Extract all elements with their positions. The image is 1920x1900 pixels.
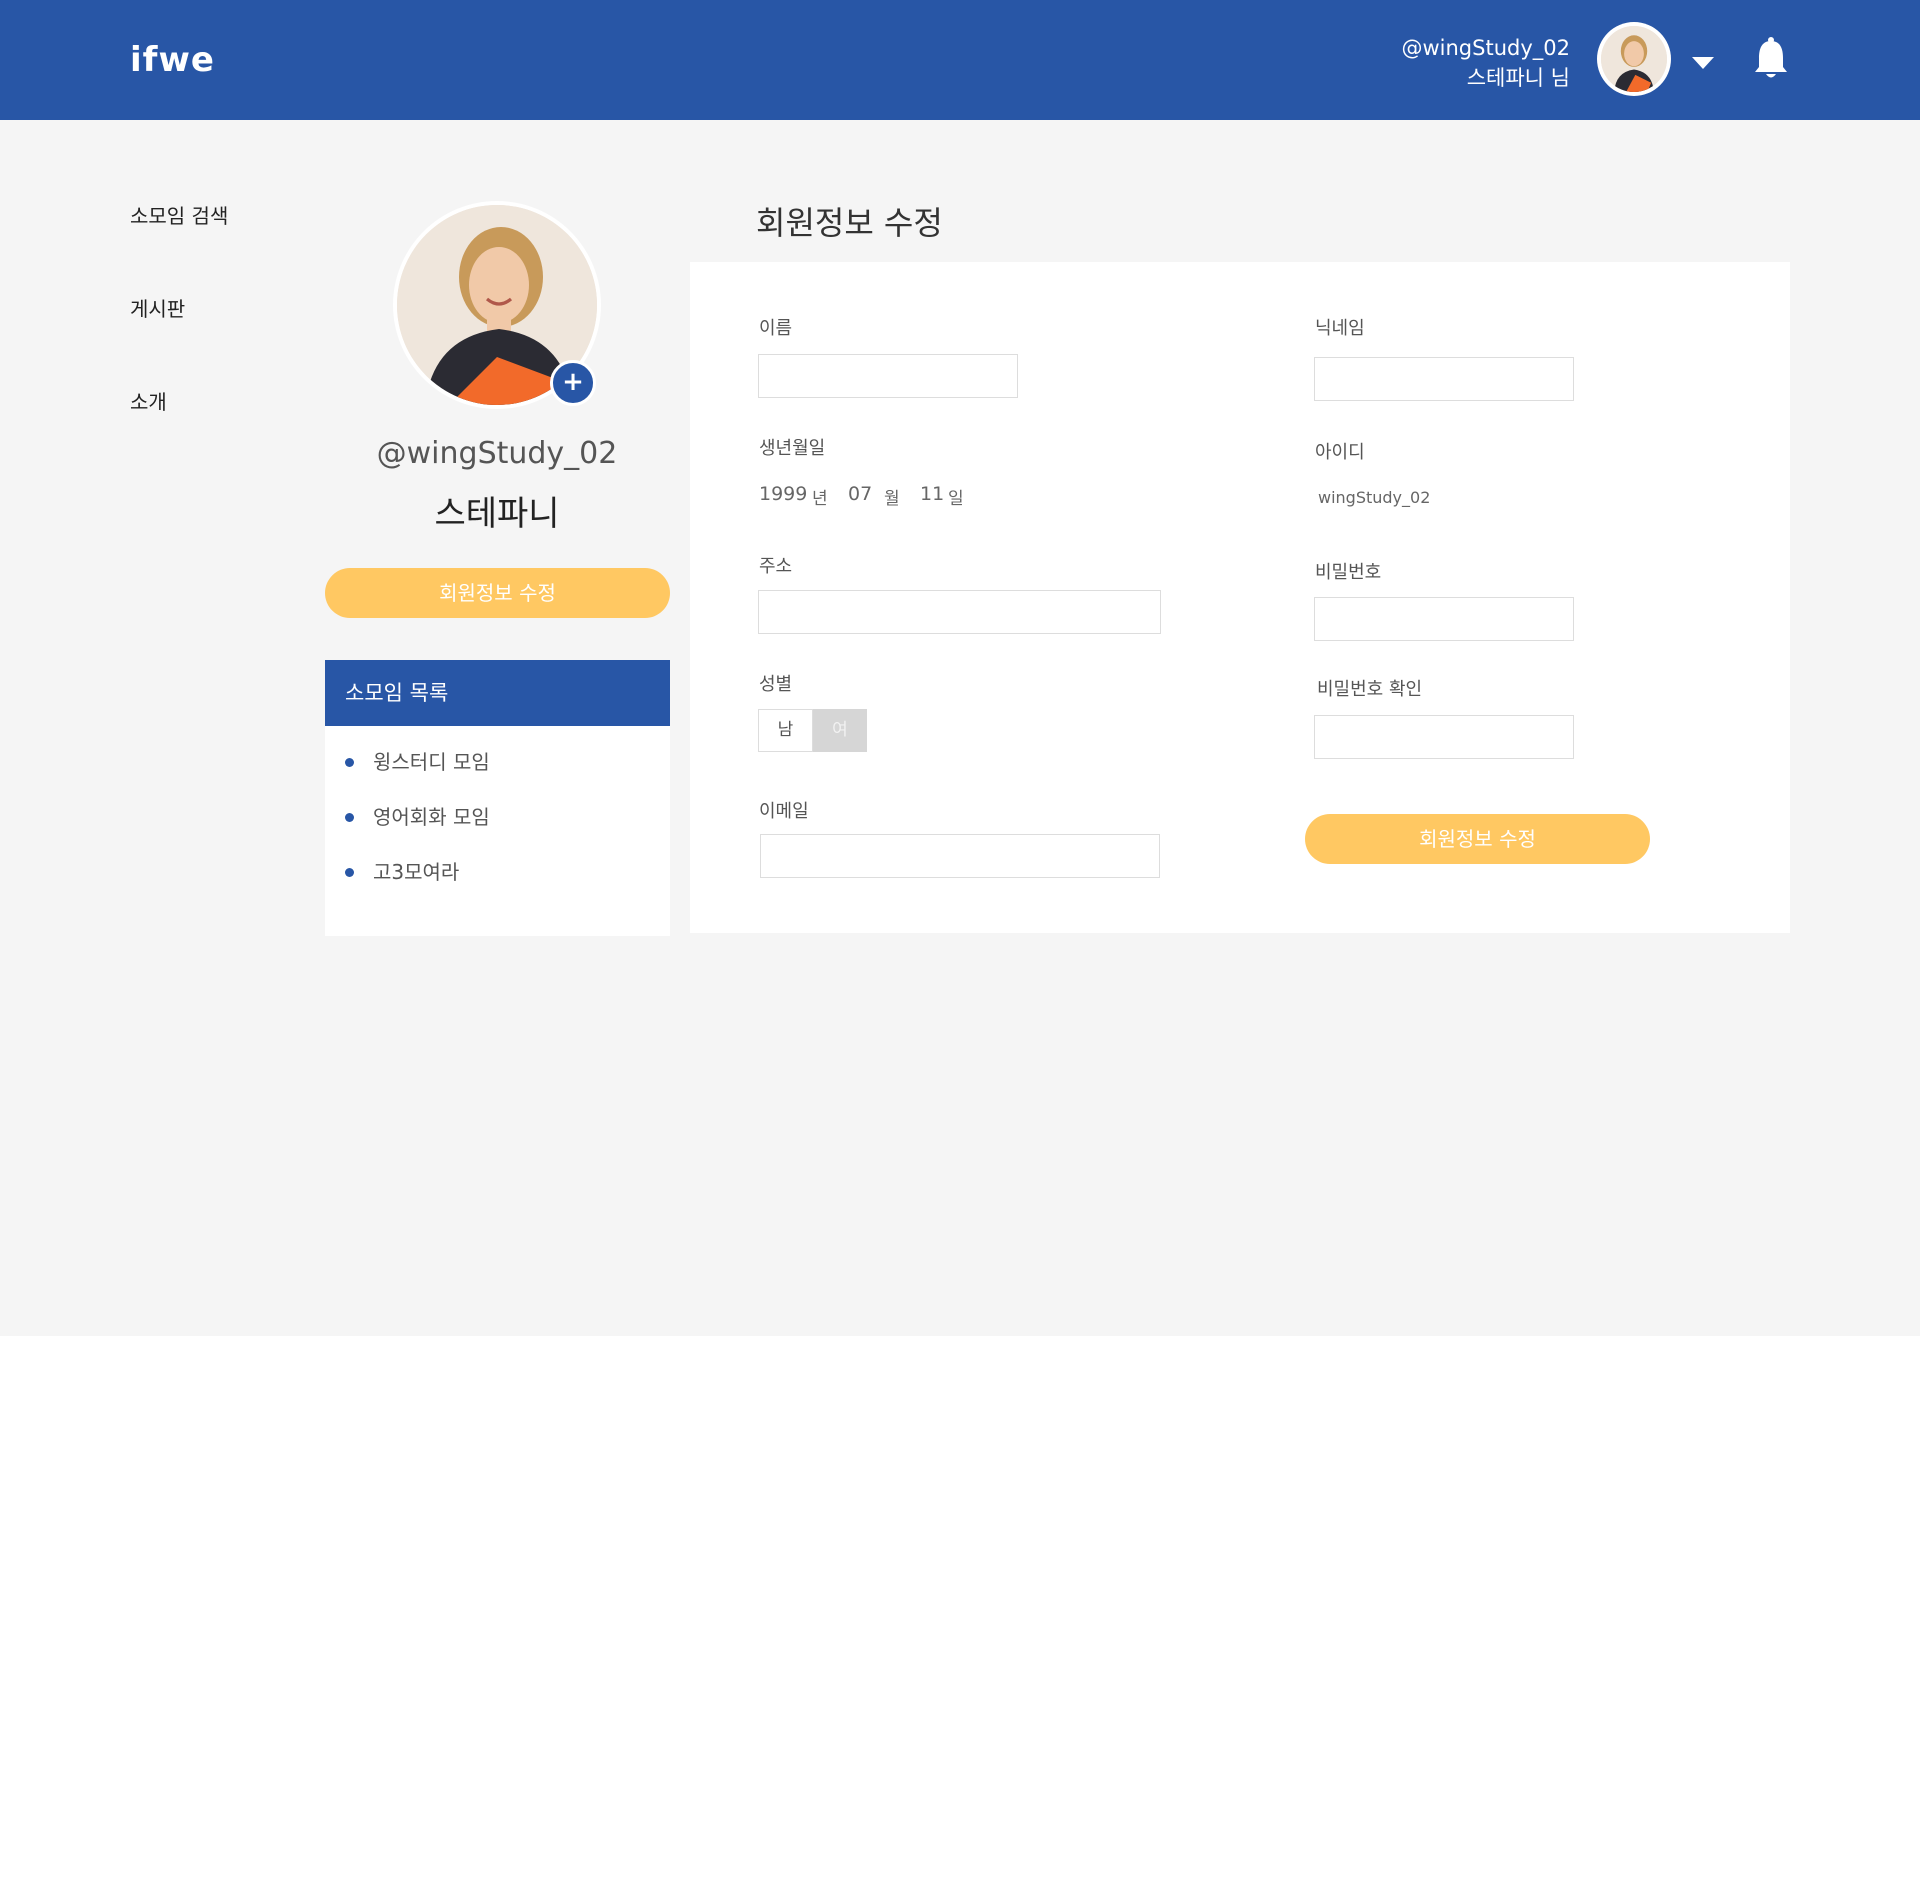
group-list: 윙스터디 모임 영어회화 모임 고3모여라 <box>325 726 670 913</box>
bullet-icon <box>345 758 354 767</box>
header-user-info: @wingStudy_02 스테파니 님 <box>1401 33 1570 93</box>
birthdate-label: 생년월일 <box>759 438 826 459</box>
email-label: 이메일 <box>759 801 809 822</box>
header-user-handle: @wingStudy_02 <box>1401 36 1570 60</box>
bullet-icon <box>345 868 354 877</box>
group-list-item[interactable]: 영어회화 모임 <box>325 803 670 858</box>
group-list-title: 소모임 목록 <box>325 660 670 726</box>
gender-label: 성별 <box>759 674 793 695</box>
group-list-item[interactable]: 윙스터디 모임 <box>325 748 670 803</box>
bullet-icon <box>345 813 354 822</box>
top-header: ifwe @wingStudy_02 스테파니 님 <box>0 0 1920 120</box>
id-value: wingStudy_02 <box>1318 488 1431 507</box>
birth-year-unit: 년 <box>812 489 828 509</box>
add-photo-button[interactable]: + <box>550 360 596 406</box>
birth-month-unit: 월 <box>884 489 900 509</box>
id-label: 아이디 <box>1315 442 1365 463</box>
nav-item-board[interactable]: 게시판 <box>130 293 228 386</box>
password-confirm-label: 비밀번호 확인 <box>1317 679 1423 700</box>
birth-year[interactable]: 1999 <box>759 483 807 505</box>
group-list-panel: 소모임 목록 윙스터디 모임 영어회화 모임 고3모여라 <box>325 660 670 936</box>
group-item-label: 고3모여라 <box>373 860 460 884</box>
nickname-input[interactable] <box>1314 357 1574 401</box>
page-title: 회원정보 수정 <box>756 204 943 242</box>
group-item-label: 윙스터디 모임 <box>373 750 490 774</box>
name-input[interactable] <box>758 354 1018 398</box>
gender-female-option[interactable]: 여 <box>813 709 867 752</box>
header-user-name: 스테파니 님 <box>1466 66 1570 90</box>
avatar-photo <box>1601 26 1667 92</box>
birth-day[interactable]: 11 <box>920 483 944 505</box>
logo[interactable]: ifwe <box>130 40 215 80</box>
edit-profile-button[interactable]: 회원정보 수정 <box>325 568 670 618</box>
side-nav: 소모임 검색 게시판 소개 <box>130 200 228 479</box>
birth-month[interactable]: 07 <box>848 483 872 505</box>
bell-icon[interactable] <box>1752 36 1790 80</box>
group-list-item[interactable]: 고3모여라 <box>325 858 670 913</box>
password-label: 비밀번호 <box>1315 562 1382 583</box>
nav-item-about[interactable]: 소개 <box>130 386 228 479</box>
nav-item-search-groups[interactable]: 소모임 검색 <box>130 200 228 293</box>
nickname-label: 닉네임 <box>1315 318 1365 339</box>
birth-day-unit: 일 <box>948 489 964 509</box>
address-label: 주소 <box>759 556 793 577</box>
password-confirm-input[interactable] <box>1314 715 1574 759</box>
password-input[interactable] <box>1314 597 1574 641</box>
address-input[interactable] <box>758 590 1161 634</box>
profile-name: 스테파니 <box>434 494 560 534</box>
header-avatar[interactable] <box>1597 22 1671 96</box>
name-label: 이름 <box>759 318 793 339</box>
gender-male-option[interactable]: 남 <box>758 709 813 752</box>
profile-handle: @wingStudy_02 <box>376 436 618 471</box>
email-input[interactable] <box>760 834 1160 878</box>
group-item-label: 영어회화 모임 <box>373 805 490 829</box>
submit-button[interactable]: 회원정보 수정 <box>1305 814 1650 864</box>
chevron-down-icon[interactable] <box>1692 57 1714 69</box>
